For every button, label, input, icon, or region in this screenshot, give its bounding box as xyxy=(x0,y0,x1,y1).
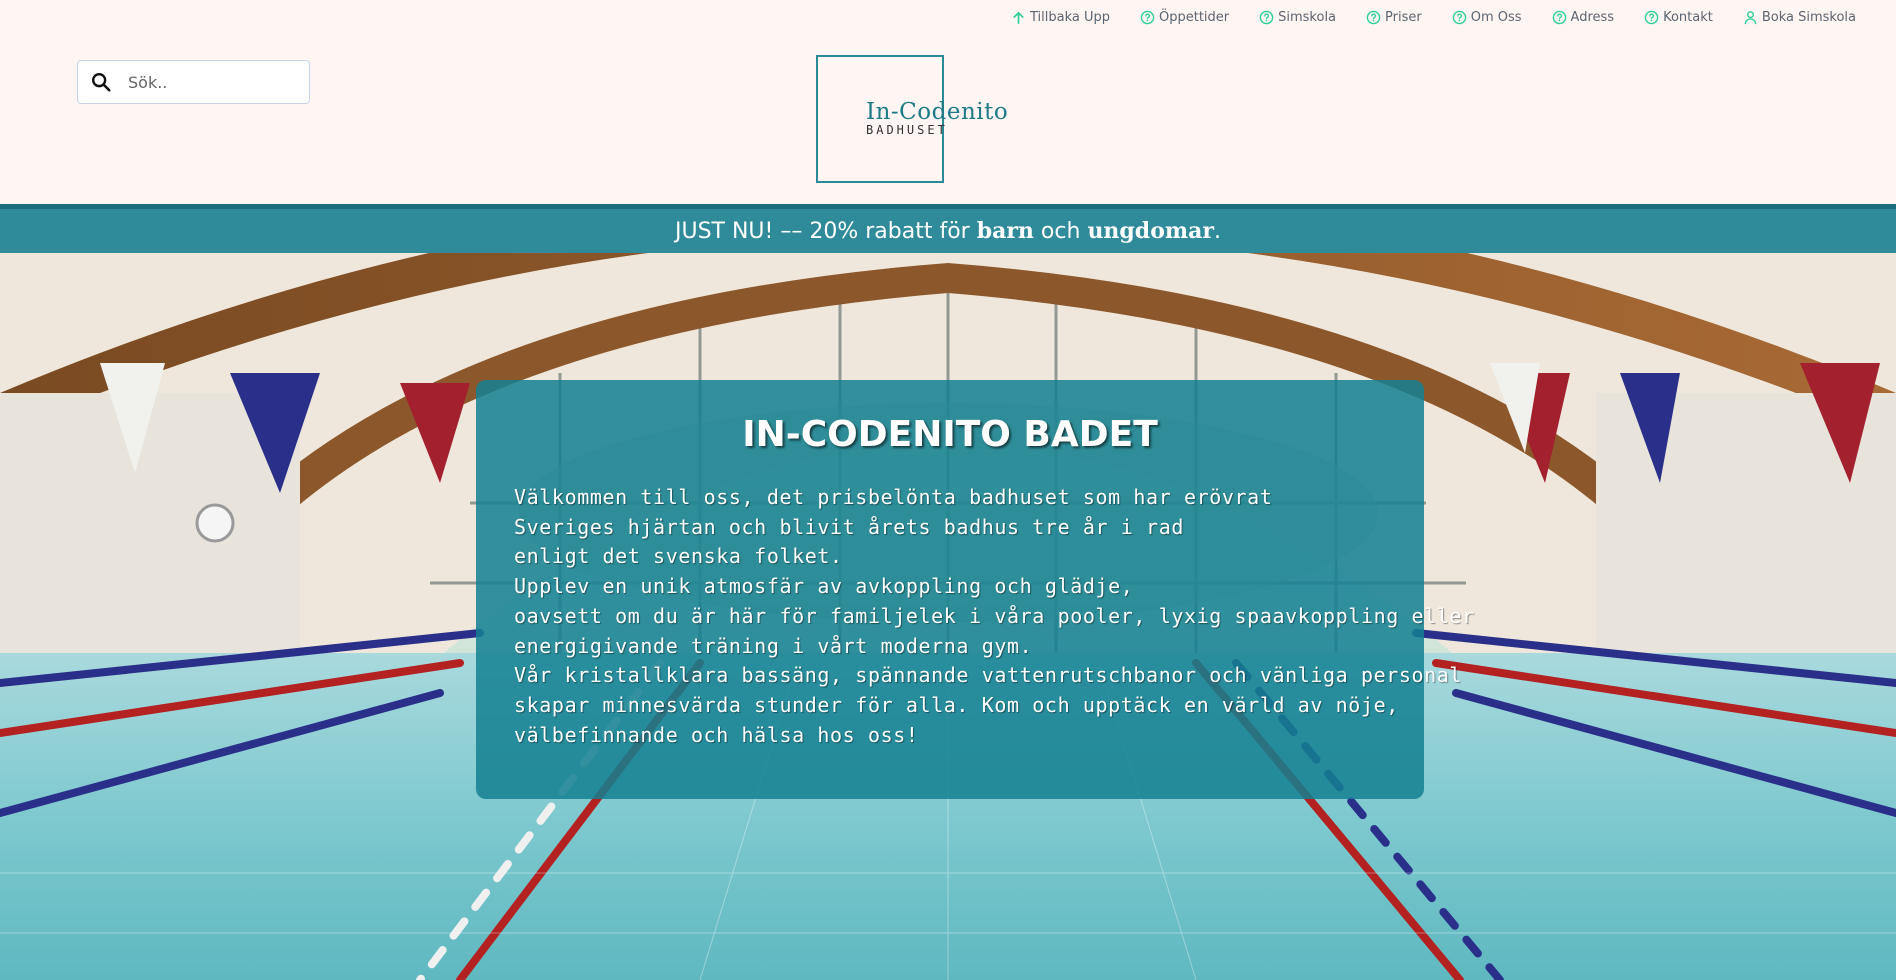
help-circle-icon xyxy=(1644,10,1659,24)
logo-subtitle: BADHUSET xyxy=(866,123,948,137)
hero-text-line: oavsett om du är här för familjelek i vå… xyxy=(514,603,1475,628)
promo-middle: och xyxy=(1033,219,1088,244)
hero-text-line: enligt det svenska folket. xyxy=(514,544,843,569)
arrow-up-icon xyxy=(1013,11,1024,24)
hero-text-line: skapar minnesvärda stunder för alla. Kom… xyxy=(514,692,1399,717)
nav-label: Boka Simskola xyxy=(1761,9,1856,25)
nav-label: Om Oss xyxy=(1470,9,1522,25)
help-circle-icon xyxy=(1259,10,1274,24)
promo-highlight-barn: barn xyxy=(976,218,1034,244)
nav-oppettider[interactable]: Öppettider xyxy=(1140,10,1229,25)
nav-label: Tillbaka Upp xyxy=(1029,9,1110,25)
promo-highlight-ungdomar: ungdomar xyxy=(1087,218,1214,244)
welcome-card: IN-CODENITO BADET Välkommen till oss, de… xyxy=(476,380,1475,799)
help-circle-icon xyxy=(1366,10,1381,24)
hero-text-line: Upplev en unik atmosfär av avkoppling oc… xyxy=(514,574,1134,599)
nav-label: Kontakt xyxy=(1663,9,1713,25)
hero-title: IN-CODENITO BADET xyxy=(742,414,1158,455)
nav-priser[interactable]: Priser xyxy=(1366,10,1422,25)
promo-suffix: . xyxy=(1214,219,1221,244)
nav-boka-simskola[interactable]: Boka Simskola xyxy=(1743,10,1856,25)
hero-text-line: välbefinnande och hälsa hos oss! xyxy=(514,722,919,747)
nav-label: Priser xyxy=(1385,9,1422,25)
search-input[interactable] xyxy=(126,71,290,93)
promo-banner: JUST NU! –– 20% rabatt för barn och ungd… xyxy=(0,204,1896,253)
nav-tillbaka-upp[interactable]: Tillbaka Upp xyxy=(1011,10,1110,25)
user-icon xyxy=(1744,10,1757,24)
help-circle-icon xyxy=(1552,10,1566,24)
nav-kontakt[interactable]: Kontakt xyxy=(1644,10,1713,25)
help-circle-icon xyxy=(1452,10,1467,24)
hero-text-line: energigivande träning i vårt moderna gym… xyxy=(514,633,1033,658)
promo-text: JUST NU! –– 20% rabatt för barn och ungd… xyxy=(675,218,1221,244)
nav-om-oss[interactable]: Om Oss xyxy=(1452,10,1522,25)
promo-prefix: JUST NU! –– 20% rabatt för xyxy=(674,219,977,244)
hero-description: Välkommen till oss, det prisbelönta badh… xyxy=(514,483,1475,750)
help-circle-icon xyxy=(1140,10,1155,24)
nav-label: Öppettider xyxy=(1158,9,1230,25)
top-navigation: Tillbaka Upp Öppettider Simskola Priser … xyxy=(1011,0,1856,34)
hero-text-line: Sveriges hjärtan och blivit årets badhus… xyxy=(514,514,1184,539)
nav-simskola[interactable]: Simskola xyxy=(1259,10,1336,25)
search-box xyxy=(77,60,310,104)
nav-label: Adress xyxy=(1570,9,1615,25)
nav-label: Simskola xyxy=(1278,9,1337,25)
nav-adress[interactable]: Adress xyxy=(1552,9,1615,25)
search-icon[interactable] xyxy=(90,71,112,93)
site-header: Tillbaka Upp Öppettider Simskola Priser … xyxy=(0,0,1896,204)
hero-text-line: Vår kristallklara bassäng, spännande vat… xyxy=(514,663,1463,688)
logo-title: In-Codenito xyxy=(866,99,1009,125)
hero-section: IN-CODENITO BADET Välkommen till oss, de… xyxy=(0,253,1896,980)
site-logo[interactable]: In-Codenito BADHUSET xyxy=(816,55,1008,183)
hero-text-line: Välkommen till oss, det prisbelönta badh… xyxy=(514,485,1273,509)
